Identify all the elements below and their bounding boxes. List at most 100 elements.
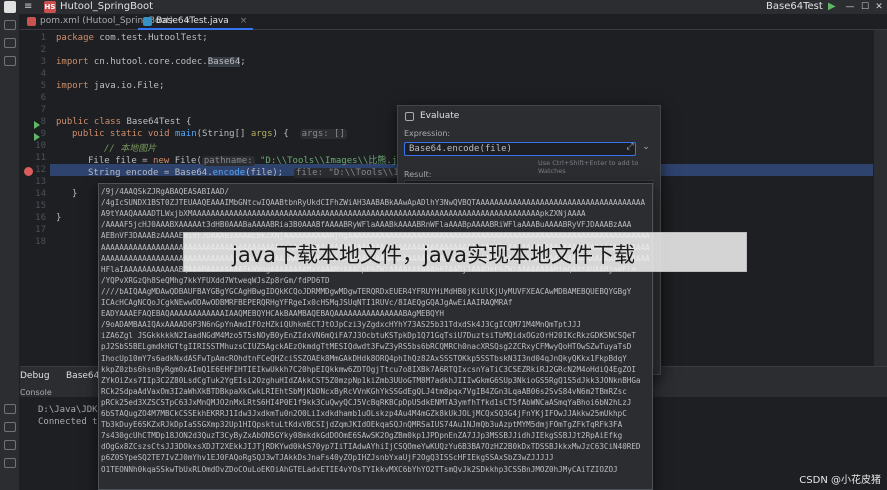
base64-text: /9j/4AAQSkZJRgABAQEASABIAAD/ (101, 187, 230, 196)
project-badge: HS (44, 1, 56, 13)
run-main-icon[interactable] (34, 133, 40, 141)
base64-text: /9oADAMBAAIQAxAAAAD6P3N6nGpYnAmdIFOzHZki… (101, 320, 582, 330)
popup-value-line: ICAcHCAgNCQoJCgkNEwwODAwODBMRFBEPERQRHgY… (101, 298, 652, 307)
expression-input[interactable]: Base64.encode(file) (404, 142, 636, 156)
commit-tool-icon[interactable] (4, 38, 16, 48)
popup-value-line: Tb3kDuyE6SKZxRJkDpIaSSGXmp32Up1HIQpsktuL… (101, 420, 652, 429)
editor-tabs: pom.xml (Hutool_SpringBoot) × Base64Test… (20, 14, 887, 30)
line-number: 9 (40, 129, 46, 139)
code-line: public class Base64Test { (56, 117, 192, 127)
xml-file-icon (27, 17, 36, 26)
base64-text: O1TEONNh0kqaSSkwTbUxRLOmdOvZDoCOuLoEKOiA… (101, 464, 618, 474)
project-name[interactable]: Hutool_SpringBoot (60, 1, 153, 12)
base64-text: /4gIcSUNDX1BST0ZJTEUAAQEAAAIMbGNtcwIQAAB… (101, 198, 646, 208)
problems-tool-icon[interactable] (4, 440, 16, 450)
popup-value-line: ////bAIQAAgMDAwQDBAUFBAYGBgYGCAgHBwgIDQk… (101, 287, 652, 296)
base64-text: 7s430gcUhCTMDp18JON2d3QuzT3CyByZxAbON5GY… (101, 431, 623, 441)
base64-text: kkpZ0zbs6hsnByRgm0xAImQ1E6EHFIHTIEIkwUkk… (101, 364, 636, 374)
minimize-button[interactable]: — (842, 0, 858, 14)
base64-text: A9tYAAQAAAADTLWxjbXMAAAAAAAAAAAAAAAAAAAA… (101, 209, 586, 219)
console-line: D:\Java\JDK\ (38, 405, 104, 415)
line-number: 17 (35, 225, 46, 235)
popup-value-line: dOgGx8ZCszsCtsJJ3DOkxsXDJT2XEkkJIJTjRDKY… (101, 442, 652, 451)
java-class-icon (143, 17, 152, 26)
line-number: 13 (35, 177, 46, 187)
result-label: Result: (404, 170, 432, 179)
base64-text: pRCk25ed3XZSCSTpC63JxMnQMJO2nMxLRtS6HI4P… (101, 397, 632, 407)
debug-tool-icon[interactable] (4, 404, 16, 414)
git-tool-icon[interactable] (4, 458, 16, 468)
left-tool-strip (0, 14, 20, 490)
popup-value-line: pJ2SbS5BELgmdkHGTtgIIRISSTMhuzsCIUZ5Agck… (101, 342, 652, 351)
debug-tool-tab[interactable]: Debug (20, 371, 50, 381)
base64-text: Tb3kDuyE6SKZxRJkDpIaSSGXmp32Up1HIQpsktuL… (101, 420, 623, 430)
line-number: 18 (35, 237, 46, 247)
main-menu-button[interactable]: ≡ (24, 1, 32, 12)
structure-tool-icon[interactable] (4, 56, 16, 66)
base64-text: /AAAAF5jcHJ0AAABXAAAAAt3dHB0AAABaAAAABRi… (101, 220, 632, 230)
base64-text: ICAcHCAgNCQoJCgkNEwwODAwODBMRFBEPERQRHgY… (101, 298, 513, 307)
base64-text: RCk2SdpaAdVaxOm3I2aWhXkBTDBkpaXkCwkLRIEh… (101, 386, 627, 396)
dialog-title: Evaluate (420, 111, 460, 121)
base64-text: dOgGx8ZCszsCtsJJ3DOkxsXDJT2XEkkJIJTjRDKY… (101, 442, 641, 452)
line-number: 10 (35, 141, 46, 151)
line-number: 11 (35, 153, 46, 163)
terminal-tool-icon[interactable] (4, 422, 16, 432)
code-line: public static void main(String[] args) {… (72, 129, 347, 139)
run-class-icon[interactable] (34, 121, 40, 129)
popup-value-line: EADYAAAEFAQEBAQAAAAAAAAAAAAIAAQMEBQYHCAk… (101, 309, 652, 318)
close-tab-icon[interactable]: × (240, 16, 248, 26)
popup-value-line: p6Z0SYpeSQ2TE7IvZJ0mYhv1EJ0FAQoRgSQJ3wTJ… (101, 453, 652, 462)
watermark-credit: CSDN @小花皮猪 (799, 475, 881, 486)
popup-value-line: 7s430gcUhCTMDp18JON2d3QuzT3CyByZxAbON5GY… (101, 431, 652, 440)
line-number: 3 (40, 57, 46, 67)
code-line: } (56, 213, 62, 223)
popup-value-line: RCk2SdpaAdVaxOm3I2aWhXkBTDBkpaXkCwkLRIEh… (101, 387, 652, 396)
popup-value-line: pRCk25ed3XZSCSTpC63JxMnQMJO2nMxLRtS6HI4P… (101, 398, 652, 407)
close-window-button[interactable]: ✕ (871, 0, 887, 14)
run-configuration-select[interactable]: Base64Test (766, 1, 823, 12)
popup-value-line: /YQPvXRGzQh8SeQMhg7kkYFUXdd7WtweqWJsZp8r… (101, 276, 652, 285)
popup-value-line: A9tYAAQAAAADTLWxjbXMAAAAAAAAAAAAAAAAAAAA… (101, 209, 652, 218)
line-number: 6 (40, 93, 46, 103)
popup-value-line: O1TEONNh0kqaSSkwTbUxRLOmdOvZDoCOuLoEKOiA… (101, 465, 652, 474)
expression-label: Expression: (404, 129, 451, 138)
base64-text: IhocUp10mY7s6adkNxdASFwTpAmcROhdtnFCeQHZ… (101, 353, 627, 363)
line-number: 8 (40, 117, 46, 127)
line-number: 14 (35, 189, 46, 199)
base64-text: 6bSTAQugZO4M7MBCkCSSEkhEKRRJ1Idw3JxdkmTu… (101, 409, 627, 418)
line-number: 4 (40, 69, 46, 79)
line-number-gutter[interactable]: 1 2 3 4 5 6 7 8 9 10 11 12 13 14 15 16 1… (20, 30, 50, 360)
base64-text: pJ2SbS5BELgmdkHGTtgIIRISSTMhuzsCIUZ5Agck… (101, 342, 632, 352)
base64-text: /YQPvXRGzQh8SeQMhg7kkYFUXdd7WtweqWJsZp8r… (101, 275, 330, 285)
popup-value-line: 6bSTAQugZO4M7MBCkCSSEkhEKRRJ1Idw3JxdkmTu… (101, 409, 652, 418)
code-line: package com.test.HutoolTest; (56, 33, 208, 43)
run-icon[interactable]: ▶ (828, 1, 836, 12)
code-line: } (72, 189, 78, 199)
line-number: 2 (40, 45, 46, 55)
popup-value-line: kkpZ0zbs6hsnByRgm0xAImQ1E6EHFIHTIEIkwUkk… (101, 365, 652, 374)
app-logo-icon (4, 1, 16, 13)
tab-label: Base64Test.java (156, 16, 229, 26)
line-number: 7 (40, 105, 46, 115)
right-tool-strip (873, 30, 887, 366)
project-tool-icon[interactable] (4, 20, 16, 30)
base64-text: ////bAIQAAgMDAwQDBAUFBAYGBgYGCAgHBwgIDQk… (101, 286, 632, 296)
popup-value-line: /9j/4AAQSkZJRgABAQEASABIAAD/ (101, 187, 652, 196)
calculator-icon (405, 112, 414, 121)
line-number: 5 (40, 81, 46, 91)
value-tooltip-popup[interactable]: /9j/4AAQSkZJRgABAQEASABIAAD/ /4gIcSUNDX1B… (98, 183, 653, 490)
popup-value-line: ZYkOiZxs7IIp3C2Z80LsdCgTuk2YgEIsi2OzghuH… (101, 376, 652, 385)
tab-base64test-java[interactable]: Base64Test.java × (138, 14, 254, 30)
console-tab[interactable]: Console (20, 388, 52, 397)
breakpoint-icon[interactable] (24, 167, 33, 176)
popup-value-line: iZA6Zgl JSGkkkkkN2IaadNGdM4Mzo5T5sNOyB0y… (101, 331, 652, 340)
article-title-banner: java下载本地文件，java实现本地文件下载 (183, 232, 747, 272)
history-dropdown-icon[interactable]: ⌄ (640, 142, 652, 156)
base64-text: ZYkOiZxs7IIp3C2Z80LsdCgTuk2YgEIsi2OzghuH… (101, 375, 641, 385)
expand-icon[interactable]: ⤢ (624, 142, 636, 156)
banner-text: java下载本地文件，java实现本地文件下载 (232, 243, 635, 267)
code-line: import cn.hutool.core.codec.Base64; (56, 57, 246, 67)
line-number: 16 (35, 213, 46, 223)
popup-value-line: /AAAAF5jcHJ0AAABXAAAAAt3dHB0AAABaAAAABRi… (101, 220, 652, 229)
